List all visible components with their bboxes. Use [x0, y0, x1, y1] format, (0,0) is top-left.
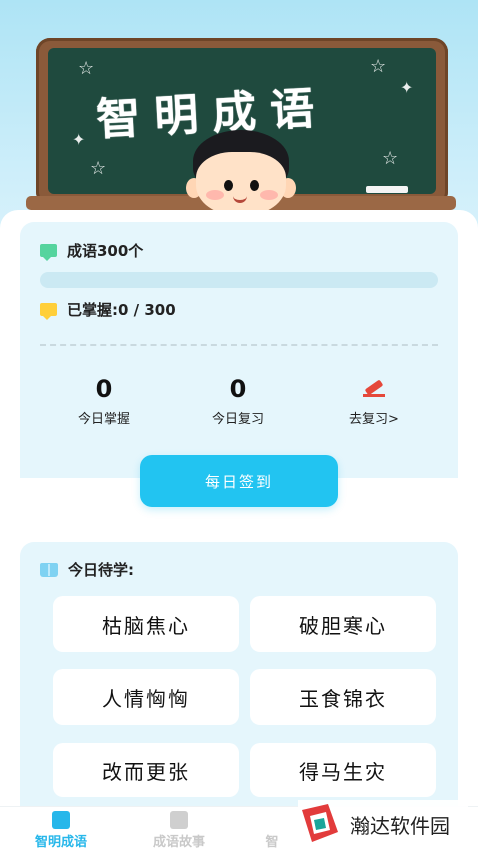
idiom-card[interactable]: 改而更张 — [53, 743, 239, 797]
today-review-label: 今日复习 — [211, 412, 264, 427]
save-tab-icon — [170, 811, 188, 829]
today-mastered-value: 0 — [95, 375, 113, 403]
today-review-value: 0 — [229, 375, 247, 403]
sparkle-icon: ✦ — [72, 130, 86, 149]
banner: 智明成语 ☆ ☆ ✦ ✦ ☆ ☆ — [0, 0, 478, 230]
watermark-logo-icon — [302, 804, 338, 842]
mastery-progress-bar — [40, 272, 438, 288]
total-idioms-row: 成语300个 — [40, 240, 143, 261]
today-to-learn-header: 今日待学: — [40, 559, 134, 580]
tab-label: 成语故事 — [152, 835, 205, 850]
daily-checkin-button[interactable]: 每日签到 — [140, 455, 338, 507]
sparkle-icon: ✦ — [400, 78, 414, 97]
pencil-icon — [363, 376, 385, 398]
today-to-learn-title: 今日待学: — [68, 561, 134, 579]
dashed-divider — [40, 344, 438, 346]
mastered-row: 已掌握:0 / 300 — [40, 299, 176, 320]
go-review-link[interactable]: 去复习> — [314, 376, 434, 427]
idiom-card[interactable]: 玉食锦衣 — [250, 669, 436, 725]
today-mastered-stat: 0 今日掌握 — [44, 374, 164, 427]
star-icon: ☆ — [90, 158, 107, 179]
book-tab-icon — [52, 811, 70, 829]
idiom-card[interactable]: 人情恟恟 — [53, 669, 239, 725]
idiom-card[interactable]: 得马生灾 — [250, 743, 436, 797]
today-mastered-label: 今日掌握 — [77, 412, 130, 427]
today-review-stat: 0 今日复习 — [178, 374, 298, 427]
watermark-text: 瀚达软件园 — [350, 813, 450, 838]
tab-stories[interactable]: 成语故事 — [124, 807, 234, 850]
star-icon: ☆ — [382, 148, 399, 169]
star-icon: ☆ — [78, 58, 95, 79]
tab-home[interactable]: 智明成语 — [6, 807, 116, 850]
chalk — [366, 186, 408, 193]
star-icon: ☆ — [370, 56, 387, 77]
idiom-card[interactable]: 枯脑焦心 — [53, 596, 239, 652]
green-flag-icon — [40, 244, 57, 261]
go-review-label: 去复习> — [349, 412, 399, 427]
book-icon — [40, 562, 58, 577]
total-idioms-label: 成语300个 — [67, 242, 144, 260]
watermark: 瀚达软件园 — [298, 800, 468, 848]
yellow-flag-icon — [40, 303, 57, 320]
idiom-card[interactable]: 破胆寒心 — [250, 596, 436, 652]
tab-label: 智明成语 — [34, 835, 87, 850]
tab-label: 智 — [265, 835, 279, 850]
mastered-label: 已掌握:0 / 300 — [67, 301, 176, 319]
